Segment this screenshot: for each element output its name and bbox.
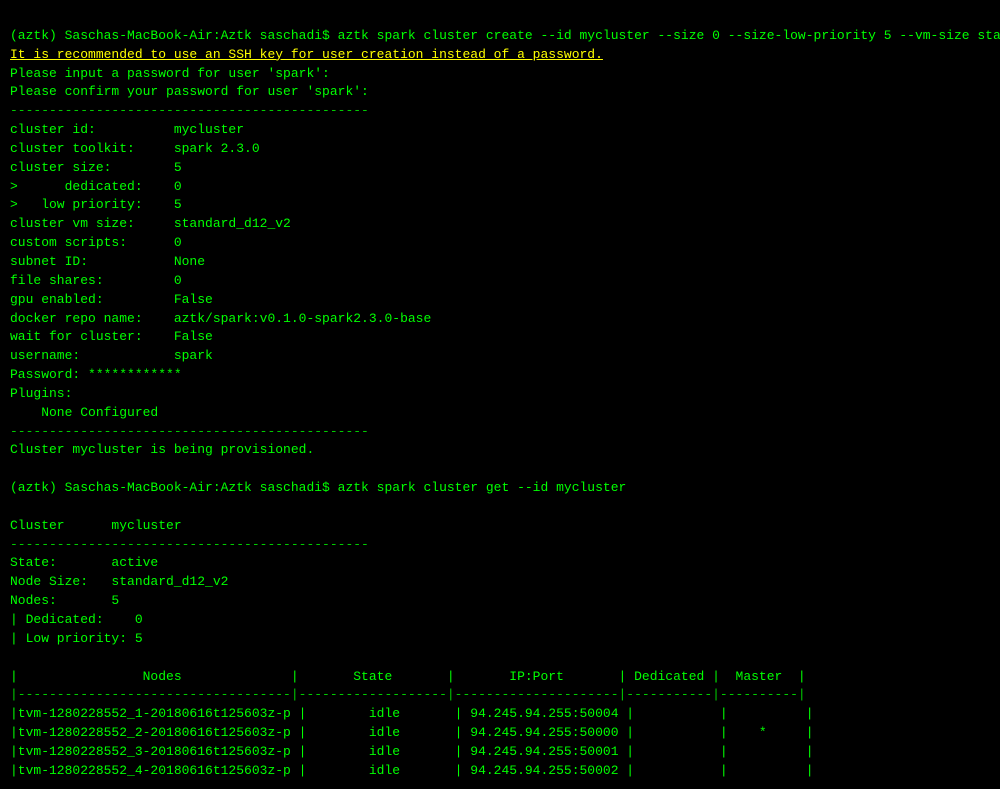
terminal-line-31: | Dedicated: 0 [10, 612, 143, 627]
terminal-line-22: Cluster mycluster is being provisioned. [10, 442, 314, 457]
terminal-line-6: cluster toolkit: spark 2.3.0 [10, 141, 260, 156]
terminal-line-24: (aztk) Saschas-MacBook-Air:Aztk saschadi… [10, 480, 626, 495]
terminal-line-11: custom scripts: 0 [10, 235, 182, 250]
terminal-line-29: Node Size: standard_d12_v2 [10, 574, 228, 589]
terminal-line-21: ----------------------------------------… [10, 424, 369, 439]
terminal-line-0: (aztk) Saschas-MacBook-Air:Aztk saschadi… [10, 28, 1000, 43]
terminal-line-20: None Configured [10, 405, 158, 420]
terminal-line-34: | Nodes | State | IP:Port | Dedicated | … [10, 669, 806, 684]
terminal: (aztk) Saschas-MacBook-Air:Aztk saschadi… [10, 8, 990, 781]
terminal-line-39: |tvm-1280228552_4-20180616t125603z-p | i… [10, 763, 814, 778]
terminal-line-14: gpu enabled: False [10, 292, 213, 307]
terminal-line-13: file shares: 0 [10, 273, 182, 288]
terminal-line-18: Password: ************ [10, 367, 182, 382]
terminal-line-9: > low priority: 5 [10, 197, 182, 212]
terminal-line-35: |-----------------------------------|---… [10, 687, 806, 702]
terminal-line-7: cluster size: 5 [10, 160, 182, 175]
terminal-line-32: | Low priority: 5 [10, 631, 143, 646]
terminal-line-4: ----------------------------------------… [10, 103, 369, 118]
terminal-line-1: It is recommended to use an SSH key for … [10, 47, 603, 62]
terminal-line-30: Nodes: 5 [10, 593, 119, 608]
terminal-line-38: |tvm-1280228552_3-20180616t125603z-p | i… [10, 744, 814, 759]
terminal-line-12: subnet ID: None [10, 254, 205, 269]
terminal-line-8: > dedicated: 0 [10, 179, 182, 194]
terminal-line-2: Please input a password for user 'spark'… [10, 66, 330, 81]
terminal-line-16: wait for cluster: False [10, 329, 213, 344]
terminal-line-26: Cluster mycluster [10, 518, 182, 533]
terminal-line-3: Please confirm your password for user 's… [10, 84, 369, 99]
terminal-line-10: cluster vm size: standard_d12_v2 [10, 216, 291, 231]
terminal-line-28: State: active [10, 555, 158, 570]
terminal-line-37: |tvm-1280228552_2-20180616t125603z-p | i… [10, 725, 814, 740]
terminal-line-5: cluster id: mycluster [10, 122, 244, 137]
terminal-line-36: |tvm-1280228552_1-20180616t125603z-p | i… [10, 706, 814, 721]
terminal-line-17: username: spark [10, 348, 213, 363]
terminal-line-19: Plugins: [10, 386, 72, 401]
terminal-line-15: docker repo name: aztk/spark:v0.1.0-spar… [10, 311, 431, 326]
terminal-line-27: ----------------------------------------… [10, 537, 369, 552]
